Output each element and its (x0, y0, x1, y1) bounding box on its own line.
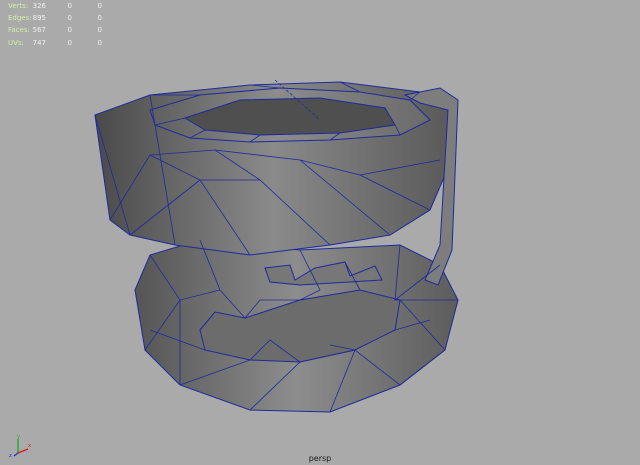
x-axis-label: x (28, 443, 31, 449)
y-axis-label: y (17, 434, 20, 440)
camera-label: persp (308, 454, 332, 463)
mesh-object[interactable] (0, 0, 640, 465)
3d-viewport[interactable]: Verts: 326 0 0 Edges: 895 0 0 Faces: 567 0 0 UVs: 747… (0, 0, 640, 465)
x-axis-icon (17, 448, 29, 454)
